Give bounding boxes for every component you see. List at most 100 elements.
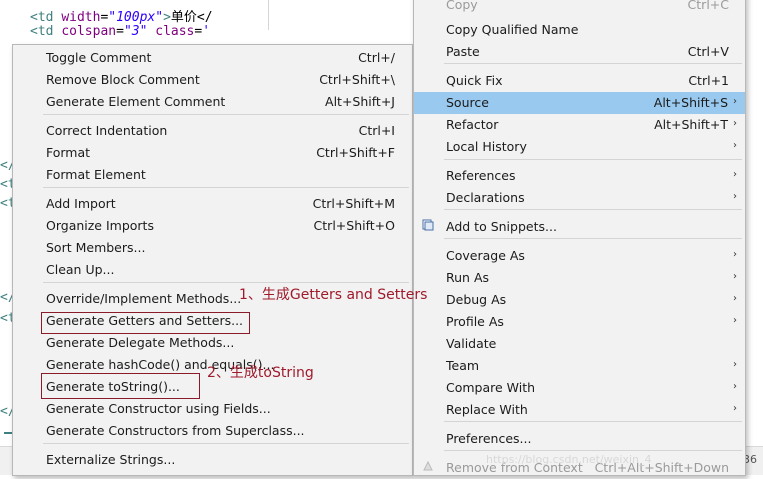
menu-item-validate[interactable]: Validate <box>414 333 745 355</box>
menu-item-generate-element-comment[interactable]: Generate Element Comment Alt+Shift+J <box>13 91 412 113</box>
menu-item-compare-with[interactable]: Compare With › <box>414 377 745 399</box>
submenu-arrow-icon: › <box>733 169 737 180</box>
menu-item-shortcut: Ctrl+I <box>358 123 395 138</box>
menu-separator <box>444 421 742 422</box>
menu-item-label: Profile As <box>446 314 504 329</box>
menu-item-externalize-strings[interactable]: Externalize Strings... <box>13 449 412 471</box>
source-submenu: Toggle Comment Ctrl+/ Remove Block Comment… <box>12 44 413 476</box>
menu-item-toggle-comment[interactable]: Toggle Comment Ctrl+/ <box>13 47 412 69</box>
menu-item-label: Generate Constructor using Fields... <box>46 401 271 416</box>
menu-item-label: Generate Delegate Methods... <box>46 335 235 350</box>
menu-separator <box>43 187 409 188</box>
highlight-tostring <box>41 373 200 399</box>
menu-separator <box>444 209 742 210</box>
menu-item-shortcut: Alt+Shift+S <box>653 95 728 110</box>
menu-item-generate-delegate-methods[interactable]: Generate Delegate Methods... <box>13 332 412 354</box>
menu-item-label: Compare With <box>446 380 536 395</box>
menu-item-references[interactable]: References › <box>414 165 745 187</box>
menu-item-label: Format <box>46 145 91 160</box>
menu-item-label: Generate Constructors from Superclass... <box>46 423 305 438</box>
menu-item-label: Clean Up... <box>46 262 115 277</box>
submenu-arrow-icon: › <box>733 315 737 326</box>
menu-item-correct-indentation[interactable]: Correct Indentation Ctrl+I <box>13 120 412 142</box>
menu-item-profile-as[interactable]: Profile As › <box>414 311 745 333</box>
menu-item-label: Generate Element Comment <box>46 94 226 109</box>
menu-item-label: Organize Imports <box>46 218 154 233</box>
menu-item-label: Add Import <box>46 196 116 211</box>
submenu-arrow-icon: › <box>733 271 737 282</box>
menu-separator <box>43 282 409 283</box>
menu-separator <box>43 443 409 444</box>
submenu-arrow-icon: › <box>733 140 737 151</box>
menu-item-shortcut: Ctrl+/ <box>358 50 395 65</box>
menu-item-label: Add to Snippets... <box>446 219 557 234</box>
menu-item-label: Copy Qualified Name <box>446 22 579 37</box>
menu-item-clean-up[interactable]: Clean Up... <box>13 259 412 281</box>
menu-item-source[interactable]: Source Alt+Shift+S › <box>414 92 745 114</box>
menu-item-shortcut: Ctrl+C <box>687 0 729 12</box>
menu-item-format[interactable]: Format Ctrl+Shift+F <box>13 142 412 164</box>
menu-item-refactor[interactable]: Refactor Alt+Shift+T › <box>414 114 745 136</box>
menu-item-run-as[interactable]: Run As › <box>414 267 745 289</box>
menu-separator <box>43 114 409 115</box>
submenu-arrow-icon: › <box>733 191 737 202</box>
menu-item-add-to-snippets[interactable]: Add to Snippets... <box>414 216 745 238</box>
context-menu: Copy Ctrl+C Copy Qualified Name Paste Ctrl+V… <box>413 0 746 476</box>
menu-item-copy-qualified-name[interactable]: Copy Qualified Name <box>414 19 745 41</box>
menu-item-label: Team <box>446 358 480 373</box>
menu-item-declarations[interactable]: Declarations › <box>414 187 745 209</box>
menu-separator <box>444 238 742 239</box>
menu-item-copy[interactable]: Copy Ctrl+C <box>414 0 745 16</box>
menu-item-add-import[interactable]: Add Import Ctrl+Shift+M <box>13 193 412 215</box>
menu-item-sort-members[interactable]: Sort Members... <box>13 237 412 259</box>
menu-item-label: Override/Implement Methods... <box>46 291 242 306</box>
menu-item-label: References <box>446 168 516 183</box>
menu-item-coverage-as[interactable]: Coverage As › <box>414 245 745 267</box>
menu-item-label: Remove Block Comment <box>46 72 200 87</box>
menu-item-label: Format Element <box>46 167 146 182</box>
context-icon <box>423 460 433 471</box>
snippets-icon <box>422 219 434 231</box>
menu-separator <box>444 159 742 160</box>
menu-item-label: Local History <box>446 139 527 154</box>
submenu-arrow-icon: › <box>733 249 737 260</box>
menu-item-shortcut: Ctrl+Shift+F <box>316 145 395 160</box>
menu-item-shortcut: Alt+Shift+J <box>325 94 395 109</box>
menu-item-label: Toggle Comment <box>46 50 152 65</box>
submenu-arrow-icon: › <box>733 96 737 107</box>
annotation-note-2: 2、生成toString <box>207 365 314 381</box>
menu-item-team[interactable]: Team › <box>414 355 745 377</box>
menu-item-debug-as[interactable]: Debug As › <box>414 289 745 311</box>
menu-item-label: Sort Members... <box>46 240 146 255</box>
menu-item-replace-with[interactable]: Replace With › <box>414 399 745 421</box>
menu-item-shortcut: Ctrl+V <box>687 44 729 59</box>
menu-item-remove-block-comment[interactable]: Remove Block Comment Ctrl+Shift+\ <box>13 69 412 91</box>
menu-item-organize-imports[interactable]: Organize Imports Ctrl+Shift+O <box>13 215 412 237</box>
submenu-arrow-icon: › <box>733 381 737 392</box>
menu-item-label: Run As <box>446 270 490 285</box>
menu-item-shortcut: Ctrl+Shift+\ <box>319 72 395 87</box>
menu-item-quick-fix[interactable]: Quick Fix Ctrl+1 <box>414 70 745 92</box>
menu-item-paste[interactable]: Paste Ctrl+V <box>414 41 745 63</box>
menu-item-label: Refactor <box>446 117 499 132</box>
menu-item-preferences[interactable]: Preferences... <box>414 428 745 450</box>
menu-separator <box>444 63 742 64</box>
highlight-getters-setters <box>41 312 250 334</box>
menu-item-label: Source <box>446 95 489 110</box>
menu-item-label: Validate <box>446 336 497 351</box>
menu-item-shortcut: Ctrl+Shift+M <box>312 196 395 211</box>
submenu-arrow-icon: › <box>733 403 737 414</box>
menu-item-shortcut: Alt+Shift+T <box>654 117 728 132</box>
menu-item-label: Paste <box>446 44 480 59</box>
menu-item-format-element[interactable]: Format Element <box>13 164 412 186</box>
menu-item-label: Debug As <box>446 292 507 307</box>
menu-item-label: Copy <box>446 0 478 12</box>
editor-divider <box>268 0 269 30</box>
menu-item-generate-constructors-superclass[interactable]: Generate Constructors from Superclass... <box>13 420 412 442</box>
submenu-arrow-icon: › <box>733 359 737 370</box>
code-line-2: <td colspan="3" class=' <box>30 24 211 39</box>
menu-item-generate-constructor-fields[interactable]: Generate Constructor using Fields... <box>13 398 412 420</box>
menu-item-label: Externalize Strings... <box>46 452 176 467</box>
menu-item-local-history[interactable]: Local History › <box>414 136 745 158</box>
watermark: https://blog.csdn.net/weixin_4 <box>486 453 652 466</box>
